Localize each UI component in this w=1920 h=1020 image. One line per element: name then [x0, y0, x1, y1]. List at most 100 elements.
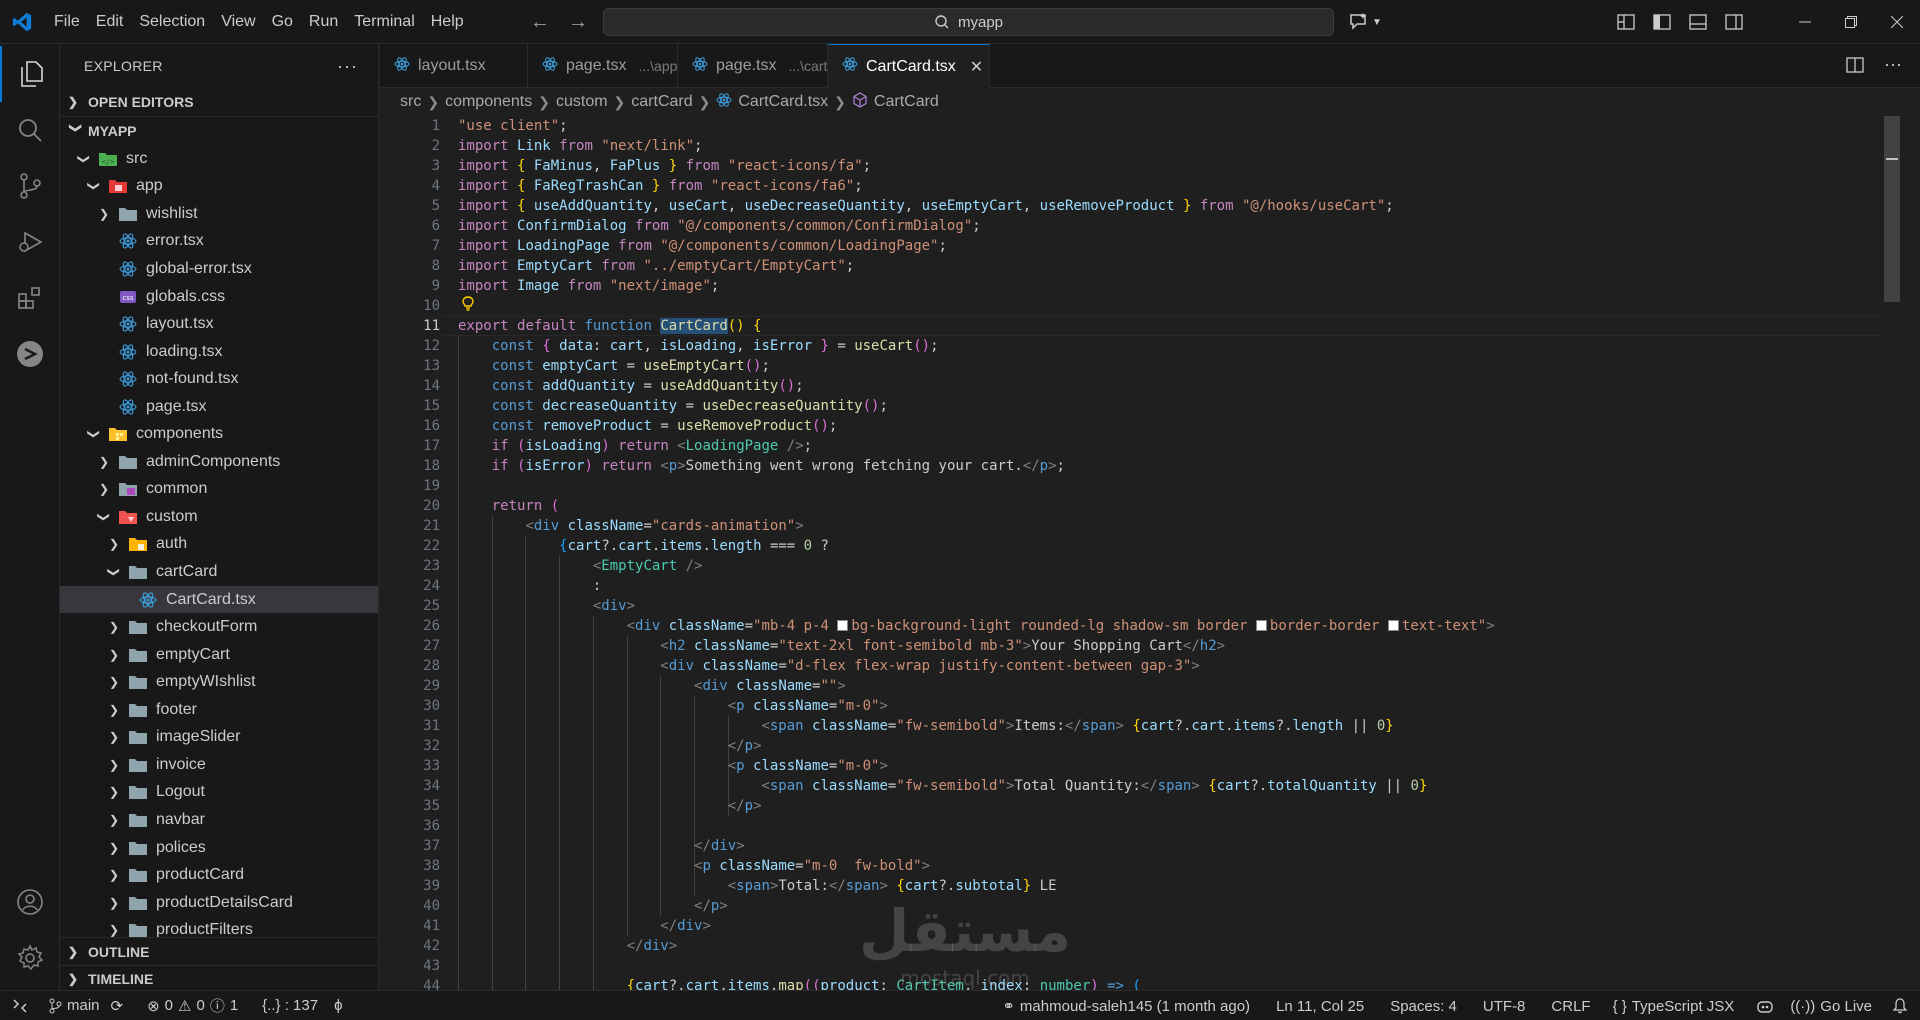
- tree-file[interactable]: global-error.tsx: [60, 255, 378, 283]
- copilot-status-icon[interactable]: [1748, 991, 1782, 1020]
- tree-file[interactable]: css globals.css: [60, 283, 378, 311]
- copilot-chat-button[interactable]: ▼: [1348, 9, 1392, 35]
- git-blame[interactable]: ⚭ mahmoud-saleh145 (1 month ago): [994, 991, 1258, 1020]
- close-window-icon[interactable]: [1874, 0, 1920, 44]
- code-editor[interactable]: 1 2 3 4 5 6 7 8 9 10 11 12 13 14 15 16 17 18 19 20 21 22 23 24 2…: [380, 116, 1900, 990]
- menu-run[interactable]: Run: [301, 8, 346, 36]
- breadcrumb-symbol[interactable]: CartCard: [874, 93, 939, 111]
- breadcrumb-components[interactable]: components: [445, 93, 532, 111]
- source-control-icon[interactable]: [0, 158, 60, 214]
- customize-layout-icon[interactable]: [1612, 8, 1640, 36]
- tree-folder[interactable]: ❯ Logout: [60, 779, 378, 807]
- editor-scrollbar[interactable]: [1884, 116, 1900, 990]
- language-mode[interactable]: { } TypeScript JSX: [1605, 991, 1743, 1020]
- breadcrumb-custom[interactable]: custom: [556, 93, 608, 111]
- tree-file[interactable]: not-found.tsx: [60, 365, 378, 393]
- notifications-bell-icon[interactable]: [1880, 991, 1920, 1020]
- color-swatch[interactable]: [1387, 620, 1399, 631]
- tree-folder[interactable]: ❯ imageSlider: [60, 724, 378, 752]
- remote-indicator[interactable]: [0, 991, 40, 1020]
- indentation[interactable]: Spaces: 4: [1382, 991, 1465, 1020]
- toggle-panel-icon[interactable]: [1684, 8, 1712, 36]
- tree-folder[interactable]: ❯ common: [60, 476, 378, 504]
- tree-file[interactable]: page.tsx: [60, 393, 378, 421]
- tree-folder[interactable]: ❯ components: [60, 421, 378, 449]
- git-branch[interactable]: main ⟳: [40, 991, 131, 1020]
- toggle-primary-sidebar-icon[interactable]: [1648, 8, 1676, 36]
- tree-folder[interactable]: ❯ auth: [60, 531, 378, 559]
- command-center-search[interactable]: myapp: [603, 8, 1334, 36]
- explorer-icon[interactable]: [0, 46, 60, 102]
- menu-help[interactable]: Help: [423, 8, 472, 36]
- tree-folder[interactable]: ❯ custom: [60, 503, 378, 531]
- editor-tab[interactable]: layout.tsx: [380, 44, 528, 88]
- color-swatch[interactable]: [1255, 620, 1267, 631]
- tree-folder[interactable]: ❯ wishlist: [60, 200, 378, 228]
- more-actions-icon[interactable]: ···: [337, 56, 358, 77]
- open-editors-section[interactable]: ❯ OPEN EDITORS: [60, 88, 378, 116]
- breadcrumb-src[interactable]: src: [400, 93, 421, 111]
- tree-folder[interactable]: ❯ navbar: [60, 806, 378, 834]
- tree-file[interactable]: error.tsx: [60, 228, 378, 256]
- editor-tab[interactable]: page.tsx ...\app: [528, 44, 678, 88]
- editor-tab[interactable]: CartCard.tsx ✕: [828, 44, 990, 88]
- extensions-icon[interactable]: [0, 270, 60, 326]
- menu-edit[interactable]: Edit: [88, 8, 132, 36]
- settings-gear-icon[interactable]: [0, 930, 60, 986]
- outline-section[interactable]: ❯ OUTLINE: [60, 938, 378, 966]
- tree-file[interactable]: layout.tsx: [60, 310, 378, 338]
- menu-go[interactable]: Go: [264, 8, 301, 36]
- more-actions-icon[interactable]: ···: [1884, 55, 1902, 77]
- run-debug-icon[interactable]: [0, 214, 60, 270]
- menu-terminal[interactable]: Terminal: [346, 8, 422, 36]
- restore-icon[interactable]: [1828, 0, 1874, 44]
- tree-folder[interactable]: ❯ </> src: [60, 145, 378, 173]
- split-editor-icon[interactable]: [1846, 56, 1864, 77]
- remote-explorer-icon[interactable]: [0, 326, 60, 382]
- go-live-button[interactable]: ((·)) Go Live: [1782, 991, 1880, 1020]
- forward-arrow-icon[interactable]: →: [566, 8, 590, 36]
- back-arrow-icon[interactable]: ←: [528, 8, 552, 36]
- tree-file[interactable]: loading.tsx: [60, 338, 378, 366]
- scrollbar-thumb[interactable]: [1884, 116, 1900, 302]
- toggle-secondary-sidebar-icon[interactable]: [1720, 8, 1748, 36]
- tree-folder[interactable]: ❯ adminComponents: [60, 448, 378, 476]
- cursor-position[interactable]: Ln 11, Col 25: [1268, 991, 1372, 1020]
- tree-folder[interactable]: ❯ polices: [60, 834, 378, 862]
- menu-file[interactable]: File: [44, 8, 88, 36]
- breadcrumb-file[interactable]: CartCard.tsx: [738, 93, 828, 111]
- tree-folder[interactable]: ❯ emptyWIshlist: [60, 668, 378, 696]
- tree-folder[interactable]: ❯ invoice: [60, 751, 378, 779]
- bracket-info[interactable]: {..} : 137: [254, 991, 326, 1020]
- tree-folder[interactable]: ❯ cartCard: [60, 558, 378, 586]
- timeline-section[interactable]: ❯ TIMELINE: [60, 965, 378, 990]
- tree-file[interactable]: CartCard.tsx: [60, 585, 378, 614]
- tree-folder[interactable]: ❯ emptyCart: [60, 641, 378, 669]
- code-token: removeProduct: [542, 418, 661, 434]
- project-section[interactable]: ❯ MYAPP: [60, 117, 378, 145]
- sync-icon[interactable]: ⟳: [111, 997, 124, 1015]
- breadcrumb-cartcard-folder[interactable]: cartCard: [631, 93, 692, 111]
- menu-view[interactable]: View: [213, 8, 263, 36]
- search-view-icon[interactable]: [0, 102, 60, 158]
- close-icon[interactable]: ✕: [970, 57, 983, 77]
- tree-folder[interactable]: ❯ app: [60, 173, 378, 201]
- tree-folder[interactable]: ❯ checkoutForm: [60, 613, 378, 641]
- lightbulb-icon[interactable]: [459, 295, 477, 317]
- tree-folder[interactable]: ❯ productCard: [60, 861, 378, 889]
- code-token: "../emptyCart/EmptyCart": [643, 258, 846, 274]
- color-swatch[interactable]: [837, 620, 849, 631]
- tree-folder[interactable]: ❯ footer: [60, 696, 378, 724]
- tree-item-label: checkoutForm: [156, 618, 258, 636]
- editor-tab[interactable]: page.tsx ...\cart: [678, 44, 828, 88]
- end-of-line[interactable]: CRLF: [1543, 991, 1598, 1020]
- tree-folder[interactable]: ❯ productDetailsCard: [60, 889, 378, 917]
- encoding[interactable]: UTF-8: [1475, 991, 1534, 1020]
- lightning-icon[interactable]: ϕ: [326, 991, 350, 1020]
- accounts-icon[interactable]: [0, 874, 60, 930]
- problems-indicator[interactable]: ⊗ 0 ⚠ 0 ⓘ 1: [139, 991, 246, 1020]
- react-file-icon: [692, 56, 708, 77]
- minimize-icon[interactable]: [1782, 0, 1828, 44]
- tab-label: CartCard.tsx: [866, 57, 956, 75]
- menu-selection[interactable]: Selection: [131, 8, 213, 36]
